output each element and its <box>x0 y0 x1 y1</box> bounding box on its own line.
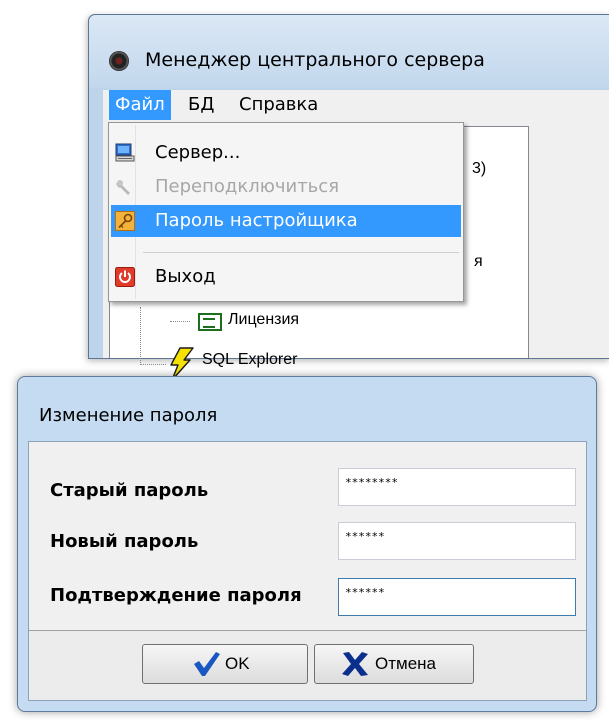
tree-line <box>170 321 190 322</box>
ok-button-label: OK <box>225 654 250 673</box>
cancel-button[interactable]: Отмена <box>314 644 474 684</box>
dialog-body: Старый пароль ******** Новый пароль ****… <box>28 441 587 701</box>
dialog-title: Изменение пароля <box>39 405 218 426</box>
computer-icon <box>115 143 135 162</box>
new-password-label: Новый пароль <box>50 531 199 552</box>
menu-item-label: Переподключиться <box>155 176 340 197</box>
tree-node-sql-explorer[interactable]: SQL Explorer <box>202 351 297 369</box>
app-icon <box>109 51 129 71</box>
confirm-password-input[interactable]: ****** <box>338 578 576 616</box>
new-password-input[interactable]: ****** <box>338 522 576 560</box>
menu-item-label: Пароль настройщика <box>155 210 358 231</box>
cancel-button-label: Отмена <box>375 654 436 673</box>
exit-icon <box>115 267 135 287</box>
old-password-label: Старый пароль <box>50 480 209 501</box>
checkmark-icon <box>194 652 220 676</box>
menu-separator <box>143 252 459 253</box>
menu-item-reconnect[interactable]: Переподключиться <box>111 171 461 203</box>
menu-file[interactable]: Файл <box>109 90 171 120</box>
old-password-input[interactable]: ******** <box>338 468 576 506</box>
menu-help[interactable]: Справка <box>233 90 324 120</box>
tree-node-fragment: 3) <box>472 160 487 177</box>
ok-button[interactable]: OK <box>142 644 308 684</box>
license-icon <box>198 313 222 331</box>
menu-item-exit[interactable]: Выход <box>111 261 461 293</box>
title-bar[interactable]: Менеджер центрального сервера <box>89 15 609 88</box>
change-password-dialog: Изменение пароля Старый пароль ******** … <box>17 376 597 712</box>
menu-item-label: Сервер... <box>155 142 241 163</box>
menu-item-label: Выход <box>155 266 216 287</box>
menu-item-setup-password[interactable]: Пароль настройщика <box>111 205 461 237</box>
tree-node-license[interactable]: Лицензия <box>228 311 299 329</box>
button-bar: OK Отмена <box>29 630 586 700</box>
wrench-icon <box>116 180 130 195</box>
menu-db[interactable]: БД <box>182 90 220 120</box>
tree-line <box>140 307 141 365</box>
window-title: Менеджер центрального сервера <box>145 49 485 71</box>
confirm-password-label: Подтверждение пароля <box>50 585 302 606</box>
tree-node-fragment: я <box>474 253 483 270</box>
cross-icon <box>342 652 368 676</box>
file-menu-dropdown: Сервер... Переподключиться Пароль настро… <box>108 122 464 302</box>
key-icon <box>115 211 135 231</box>
menu-bar: Файл БД Справка <box>103 90 609 120</box>
menu-item-server[interactable]: Сервер... <box>111 137 461 169</box>
tree-line <box>140 364 166 365</box>
